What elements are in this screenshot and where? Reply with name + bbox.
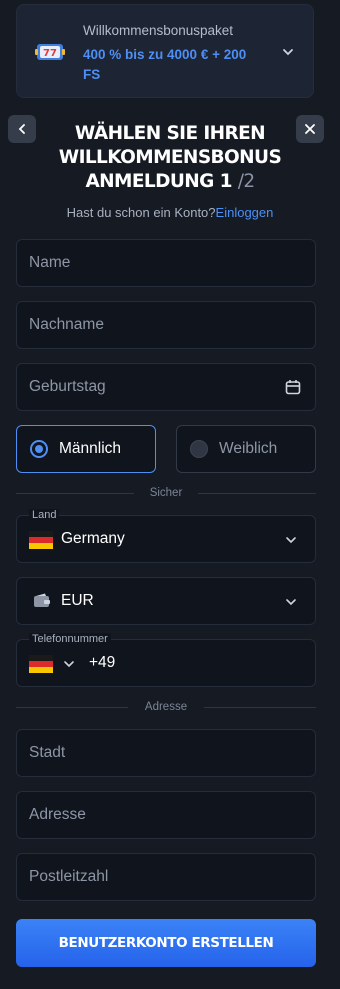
address-field[interactable]: Adresse (16, 791, 316, 839)
currency-select[interactable]: EUR (16, 577, 316, 625)
gender-female-option[interactable]: Weiblich (176, 425, 316, 473)
bonus-package-card[interactable]: 77 Willkommensbonuspaket 400 % bis zu 40… (16, 4, 314, 98)
name-placeholder: Name (29, 254, 71, 271)
birthday-placeholder: Geburtstag (29, 378, 106, 395)
radio-unchecked-icon (190, 440, 208, 458)
svg-text:77: 77 (43, 48, 57, 59)
address-divider-label: Adresse (144, 701, 188, 713)
title-step-label: ANMELDUNG (85, 171, 214, 192)
address-divider: Adresse (16, 700, 316, 714)
city-field[interactable]: Stadt (16, 729, 316, 777)
bonus-package-title: Willkommensbonuspaket (83, 23, 234, 38)
zip-field[interactable]: Postleitzahl (16, 853, 316, 901)
step-current: 1 (219, 171, 233, 192)
currency-value: EUR (61, 592, 94, 609)
birthday-field[interactable]: Geburtstag (16, 363, 316, 411)
chevron-down-icon[interactable] (63, 658, 75, 670)
chevron-down-icon (286, 537, 296, 544)
step-total: /2 (237, 171, 255, 192)
title-line-2: WILLKOMMENSBONUS (58, 147, 282, 168)
gender-male-label: Männlich (59, 440, 122, 457)
back-button[interactable] (8, 115, 36, 143)
country-label: Land (29, 509, 60, 521)
germany-flag-icon (29, 531, 53, 549)
radio-checked-icon (30, 440, 48, 458)
slot-777-icon: 77 (35, 44, 65, 60)
close-button[interactable] (296, 115, 324, 143)
address-placeholder: Adresse (29, 806, 86, 823)
germany-flag-icon[interactable] (29, 655, 53, 673)
bonus-offer-text: 400 % bis zu 4000 € + 200 FS (83, 47, 247, 82)
page-title: WÄHLEN SIE IHREN WILLKOMMENSBONUS ANMELD… (50, 122, 290, 194)
country-select[interactable]: Land Germany (16, 509, 316, 563)
secure-divider-label: Sicher (149, 487, 183, 499)
close-icon (305, 124, 315, 134)
chevron-left-icon (18, 124, 25, 134)
gender-male-option[interactable]: Männlich (16, 425, 156, 473)
city-placeholder: Stadt (29, 744, 66, 761)
login-prompt-text: Hast du schon ein Konto? (66, 205, 216, 220)
phone-field[interactable]: Telefonnummer +49 (16, 633, 316, 687)
gender-female-label: Weiblich (219, 440, 278, 457)
login-prompt: Hast du schon ein Konto?Einloggen (0, 205, 340, 220)
calendar-icon[interactable] (285, 379, 301, 395)
phone-country-code: +49 (89, 654, 116, 671)
create-account-button[interactable]: BENUTZERKONTO ERSTELLEN (16, 919, 316, 967)
wallet-icon (34, 593, 50, 607)
name-field[interactable]: Name (16, 239, 316, 287)
title-line-1: WÄHLEN SIE IHREN (74, 123, 266, 144)
title-line-3: ANMELDUNG 1 /2 (50, 170, 290, 194)
country-value: Germany (61, 530, 125, 547)
secure-divider: Sicher (16, 486, 316, 500)
surname-field[interactable]: Nachname (16, 301, 316, 349)
zip-placeholder: Postleitzahl (29, 868, 109, 885)
login-link[interactable]: Einloggen (216, 205, 274, 220)
chevron-down-icon (286, 599, 296, 606)
surname-placeholder: Nachname (29, 316, 104, 333)
chevron-down-icon[interactable] (281, 45, 295, 59)
